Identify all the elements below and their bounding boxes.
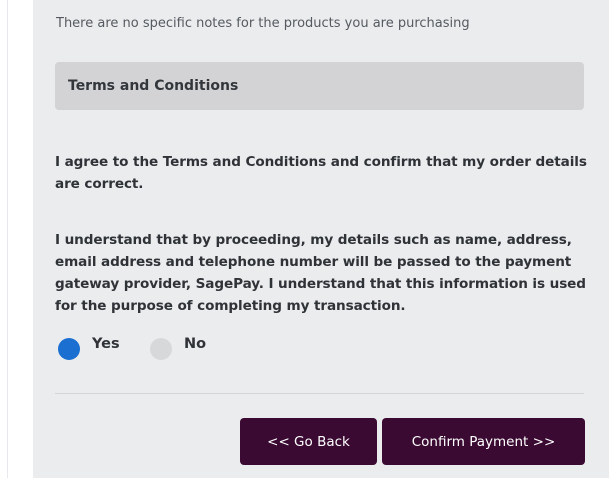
product-notes-text: There are no specific notes for the prod… [56,16,470,31]
page-edge-divider [7,0,8,478]
checkout-panel: There are no specific notes for the prod… [33,0,609,478]
radio-no-label[interactable]: No [184,336,206,352]
data-consent-text: I understand that by proceeding, my deta… [55,232,586,314]
terms-heading: Terms and Conditions [68,78,239,94]
radio-no-unselected[interactable] [150,338,172,360]
terms-agreement-text: I agree to the Terms and Conditions and … [55,154,587,192]
radio-yes-selected[interactable] [58,338,80,360]
confirm-payment-button[interactable]: Confirm Payment >> [382,418,585,465]
terms-section-header: Terms and Conditions [55,62,584,110]
radio-yes-label[interactable]: Yes [92,336,120,352]
go-back-button[interactable]: << Go Back [240,418,377,465]
actions-divider [55,393,584,394]
